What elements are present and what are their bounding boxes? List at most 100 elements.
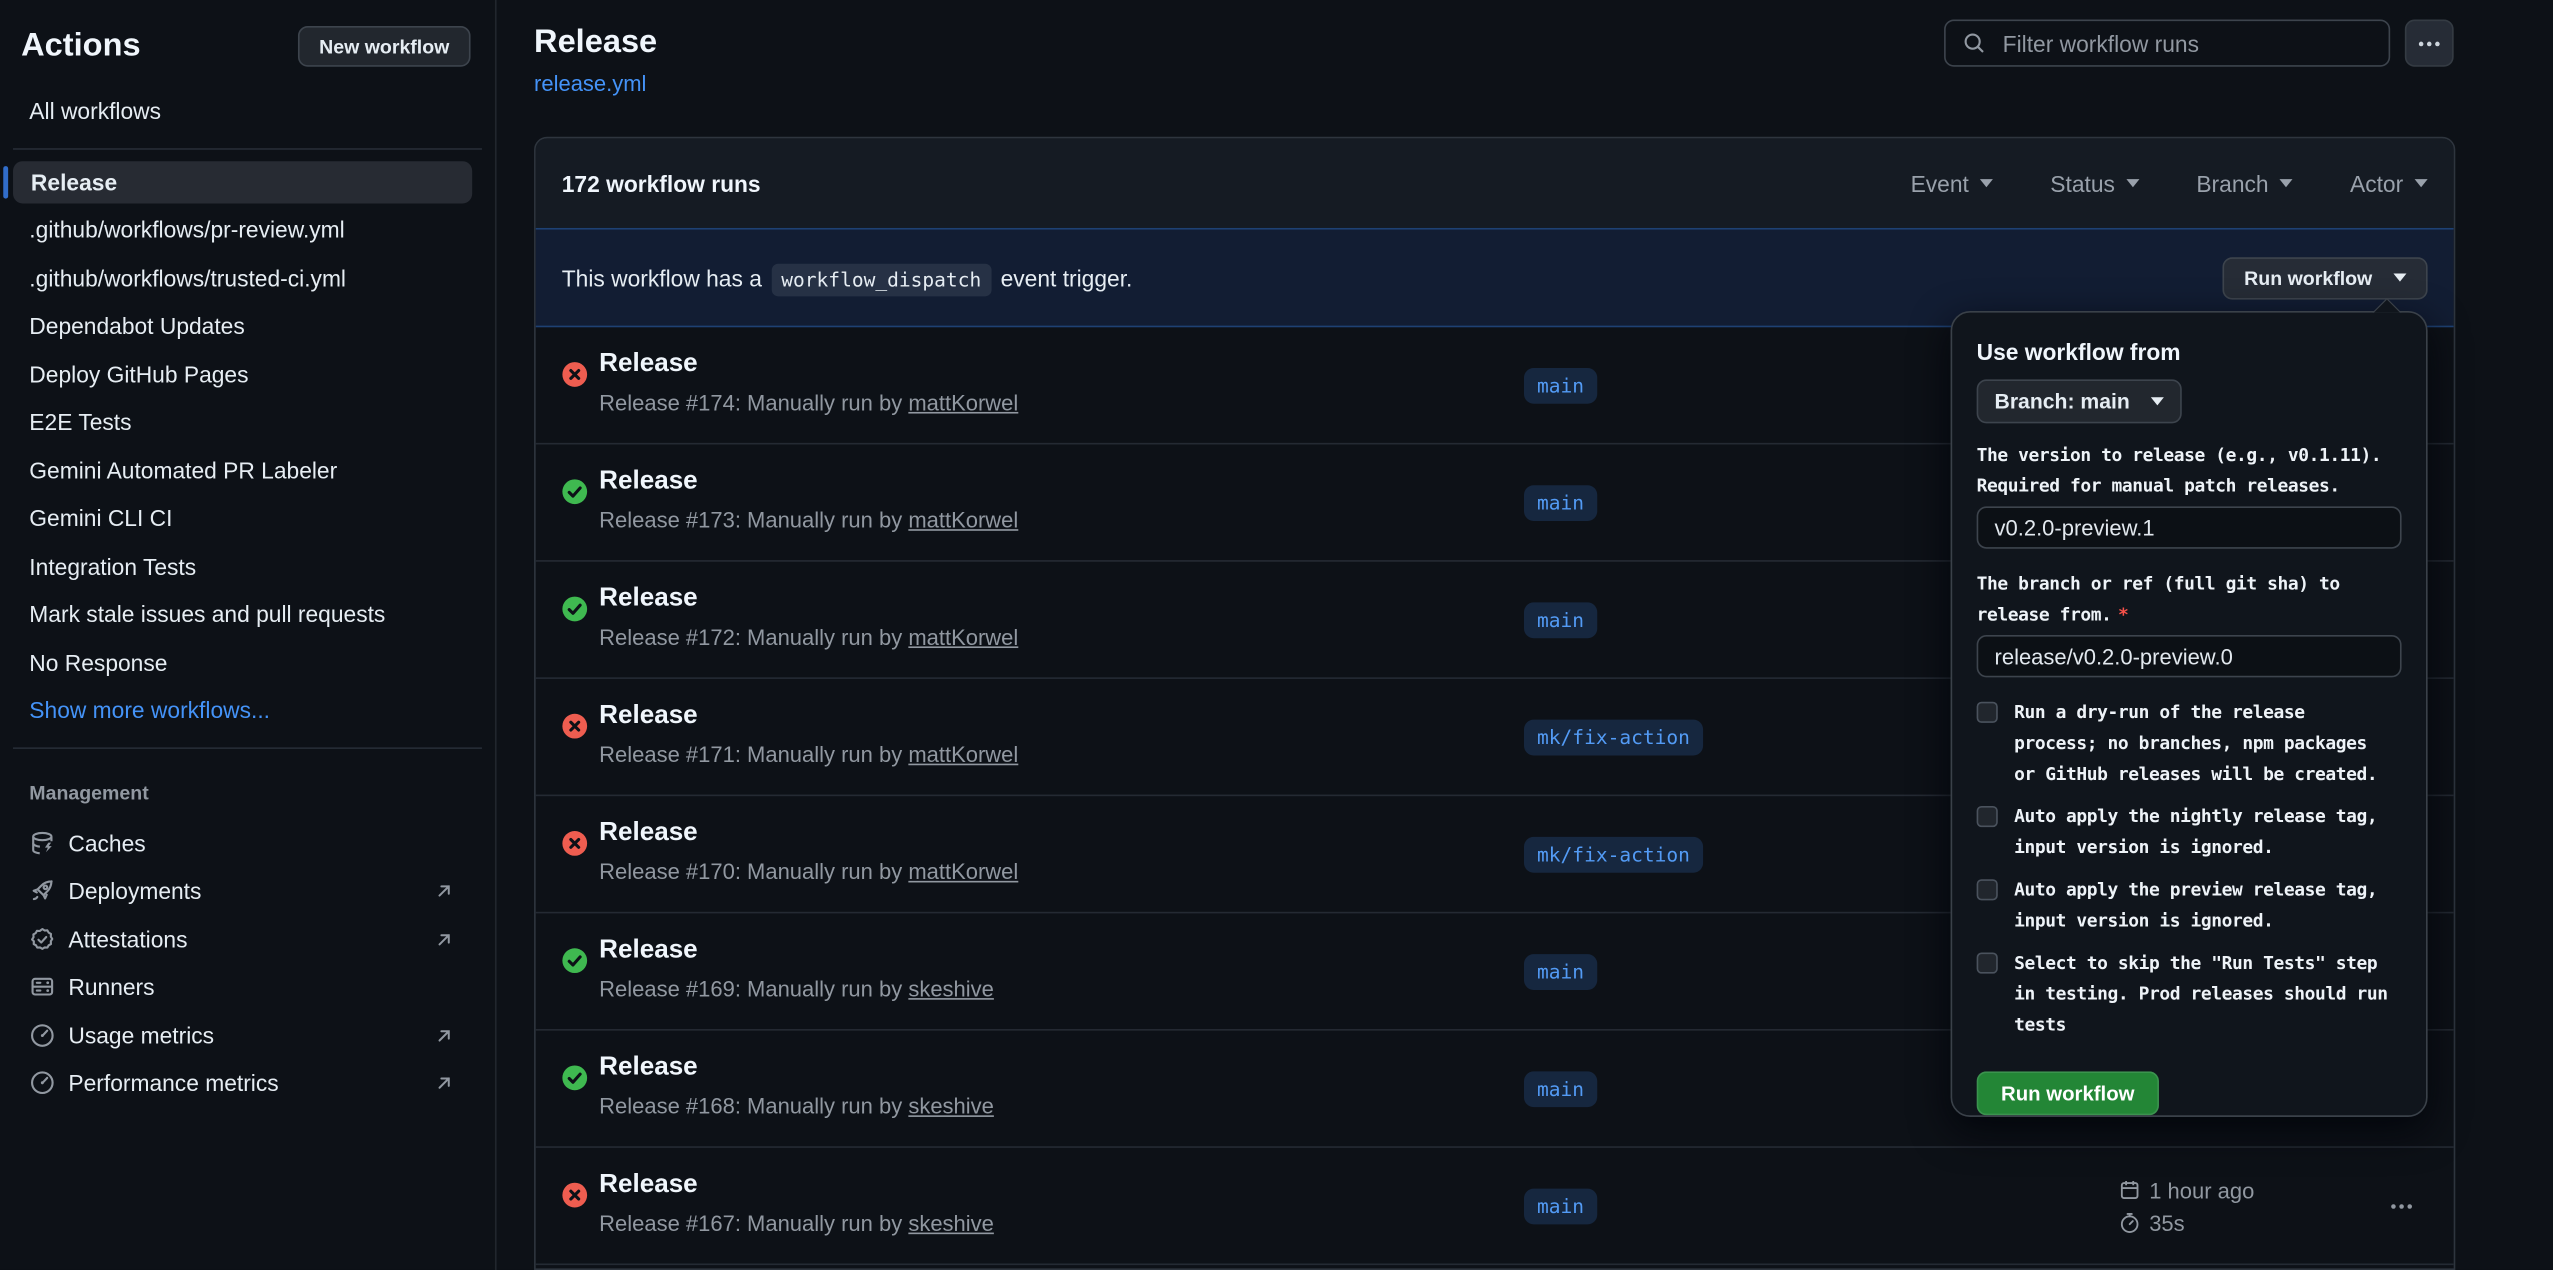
- run-meta: 1 hour ago 35s: [2118, 1174, 2254, 1239]
- checkbox-label: Auto apply the nightly release tag, inpu…: [2014, 801, 2390, 863]
- branch-badge[interactable]: main: [1524, 485, 1597, 521]
- branch-badge[interactable]: main: [1524, 368, 1597, 404]
- sidebar-divider: [13, 747, 482, 749]
- sidebar-item-management[interactable]: Usage metrics: [0, 1011, 495, 1059]
- branch-badge[interactable]: main: [1524, 954, 1597, 990]
- sidebar-item-workflow[interactable]: Deploy GitHub Pages: [0, 350, 495, 398]
- workflows-sidebar: Actions New workflow All workflows Relea…: [0, 0, 497, 1270]
- meter-icon: [29, 1022, 55, 1048]
- checkbox[interactable]: [1977, 702, 1998, 723]
- chevron-down-icon: [2151, 397, 2164, 405]
- external-arrow-icon: [433, 928, 456, 951]
- show-more-workflows-link[interactable]: Show more workflows...: [0, 686, 495, 734]
- filter-dropdown-event[interactable]: Event: [1911, 170, 1994, 196]
- branch-badge[interactable]: mk/fix-action: [1524, 837, 1703, 873]
- sidebar-item-workflow[interactable]: No Response: [0, 638, 495, 686]
- filter-dropdown-status[interactable]: Status: [2050, 170, 2139, 196]
- search-icon: [1962, 31, 1986, 55]
- sidebar-item-management[interactable]: Deployments: [0, 867, 495, 915]
- popup-checkbox-group: Run a dry-run of the release process; no…: [1977, 697, 2402, 790]
- run-title-link[interactable]: Release: [599, 936, 698, 965]
- run-title-link[interactable]: Release: [599, 702, 698, 731]
- workflow-title: Release: [534, 24, 657, 61]
- management-list: CachesDeploymentsAttestationsRunnersUsag…: [0, 819, 495, 1107]
- filter-workflow-runs-input[interactable]: [1999, 28, 2372, 57]
- sidebar-item-workflow[interactable]: E2E Tests: [0, 398, 495, 446]
- version-input[interactable]: [1977, 506, 2402, 548]
- popup-checkbox-group: Auto apply the preview release tag, inpu…: [1977, 874, 2402, 936]
- checkbox[interactable]: [1977, 879, 1998, 900]
- run-subtitle: Release #169: Manually run by skeshive: [599, 977, 994, 1001]
- run-actor-link[interactable]: skeshive: [908, 1094, 994, 1118]
- sidebar-item-workflow[interactable]: Dependabot Updates: [0, 302, 495, 350]
- run-title-link[interactable]: Release: [599, 350, 698, 379]
- run-actor-link[interactable]: mattKorwel: [908, 391, 1018, 415]
- run-workflow-submit-button[interactable]: Run workflow: [1977, 1071, 2159, 1115]
- branch-badge[interactable]: main: [1524, 1071, 1597, 1107]
- check-circle-icon: [562, 479, 588, 505]
- run-title-link[interactable]: Release: [599, 1053, 698, 1082]
- run-time: 1 hour ago: [2149, 1178, 2254, 1202]
- popup-checkbox-group: Auto apply the nightly release tag, inpu…: [1977, 801, 2402, 863]
- run-actor-link[interactable]: mattKorwel: [908, 508, 1018, 532]
- branch-badge[interactable]: mk/fix-action: [1524, 720, 1703, 756]
- external-arrow-icon: [433, 880, 456, 903]
- external-arrow-icon: [433, 1024, 456, 1047]
- run-actor-link[interactable]: mattKorwel: [908, 625, 1018, 649]
- run-subtitle: Release #174: Manually run by mattKorwel: [599, 391, 1018, 415]
- branch-select-button[interactable]: Branch: main: [1977, 379, 2182, 423]
- sidebar-item-workflow[interactable]: Gemini Automated PR Labeler: [0, 446, 495, 494]
- chevron-down-icon: [2280, 179, 2293, 187]
- checkbox-label: Run a dry-run of the release process; no…: [2014, 697, 2390, 790]
- runs-filters: Event Status Branch Actor: [1911, 170, 2428, 196]
- server-icon: [29, 974, 55, 1000]
- run-title-link[interactable]: Release: [599, 585, 698, 614]
- chevron-down-icon: [2126, 179, 2139, 187]
- run-options-kebab-button[interactable]: [2389, 1193, 2415, 1219]
- new-workflow-button[interactable]: New workflow: [298, 26, 471, 67]
- chevron-down-icon: [2415, 179, 2428, 187]
- sidebar-item-management[interactable]: Runners: [0, 963, 495, 1011]
- kebab-icon: [2416, 30, 2442, 56]
- run-title-link[interactable]: Release: [599, 467, 698, 496]
- cache-icon: [29, 830, 55, 856]
- workflow-dispatch-code: workflow_dispatch: [771, 263, 991, 296]
- sidebar-divider: [13, 147, 482, 149]
- filter-dropdown-branch[interactable]: Branch: [2196, 170, 2293, 196]
- sidebar-item-workflow[interactable]: .github/workflows/trusted-ci.yml: [0, 254, 495, 302]
- run-title-link[interactable]: Release: [599, 819, 698, 848]
- sidebar-item-management[interactable]: Performance metrics: [0, 1059, 495, 1107]
- required-asterisk: *: [2118, 604, 2128, 625]
- x-circle-icon: [562, 361, 588, 387]
- run-actor-link[interactable]: skeshive: [908, 1211, 994, 1235]
- calendar-icon: [2118, 1179, 2141, 1202]
- checkbox-label: Auto apply the preview release tag, inpu…: [2014, 874, 2390, 936]
- run-actor-link[interactable]: skeshive: [908, 977, 994, 1001]
- sidebar-item-workflow[interactable]: Release: [13, 160, 472, 202]
- sidebar-item-workflow[interactable]: Integration Tests: [0, 542, 495, 590]
- popup-checkbox-group: Select to skip the "Run Tests" step in t…: [1977, 948, 2402, 1041]
- sidebar-item-all-workflows[interactable]: All workflows: [0, 86, 495, 134]
- run-actor-link[interactable]: mattKorwel: [908, 742, 1018, 766]
- run-title-link[interactable]: Release: [599, 1171, 698, 1200]
- popup-heading: Use workflow from: [1977, 339, 2402, 365]
- run-duration: 35s: [2149, 1211, 2184, 1235]
- sidebar-item-workflow[interactable]: .github/workflows/pr-review.yml: [0, 206, 495, 254]
- sidebar-item-workflow[interactable]: Gemini CLI CI: [0, 494, 495, 542]
- sidebar-item-workflow[interactable]: Mark stale issues and pull requests: [0, 590, 495, 638]
- branch-badge[interactable]: main: [1524, 1189, 1597, 1225]
- sidebar-item-management[interactable]: Attestations: [0, 915, 495, 963]
- ref-input[interactable]: [1977, 635, 2402, 677]
- filter-workflow-runs-box: [1944, 20, 2390, 67]
- ref-description: The branch or ref (full git sha) to rele…: [1977, 568, 2402, 630]
- workflow-file-link[interactable]: release.yml: [534, 72, 646, 96]
- page-title: Actions: [21, 28, 140, 65]
- workflow-options-kebab-button[interactable]: [2405, 20, 2454, 67]
- checkbox[interactable]: [1977, 806, 1998, 827]
- run-actor-link[interactable]: mattKorwel: [908, 860, 1018, 884]
- version-description: The version to release (e.g., v0.1.11). …: [1977, 440, 2402, 502]
- branch-badge[interactable]: main: [1524, 602, 1597, 638]
- checkbox[interactable]: [1977, 952, 1998, 973]
- filter-dropdown-actor[interactable]: Actor: [2350, 170, 2428, 196]
- sidebar-item-management[interactable]: Caches: [0, 819, 495, 867]
